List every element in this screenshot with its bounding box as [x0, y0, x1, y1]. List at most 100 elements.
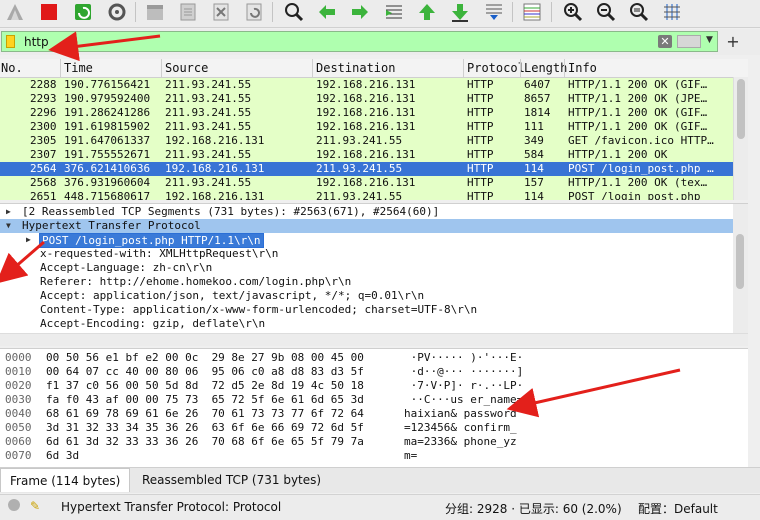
packet-row[interactable]: 2568 376.931960604 211.93.241.55 192.168.21… [0, 176, 733, 190]
bytes-ascii: =123456& confirm_ [404, 421, 517, 434]
reload-file-icon[interactable] [241, 0, 267, 24]
packet-cell-time: 448.715680617 [64, 190, 151, 200]
chevron-down-icon[interactable]: ▼ [706, 35, 713, 45]
status-profile[interactable]: 配置：Default [638, 500, 718, 517]
display-filter-input[interactable]: http ✕ ▼ [1, 31, 718, 52]
details-row[interactable]: Referer: http://ehome.homekoo.com/login.… [0, 275, 733, 289]
packet-cell-len: 1814 [524, 106, 551, 119]
packet-cell-no: 2296 [30, 106, 57, 119]
zoom-normal-icon[interactable] [626, 0, 652, 24]
status-field-text: Hypertext Transfer Protocol: Protocol [61, 500, 282, 514]
details-row[interactable]: Accept-Language: zh-cn\r\n [0, 261, 733, 275]
go-forward-icon[interactable] [347, 0, 373, 24]
bytes-row[interactable]: 0040 68 61 69 78 69 61 6e 26 70 61 73 73 … [0, 407, 748, 421]
restart-capture-icon[interactable] [70, 0, 96, 24]
packet-cell-len: 157 [524, 176, 544, 189]
display-filter-text[interactable]: http [24, 35, 49, 49]
bytes-hex: f1 37 c0 56 00 50 5d 8d 72 d5 2e 8d 19 4… [46, 379, 364, 392]
details-row-text: Referer: http://ehome.homekoo.com/login.… [40, 275, 352, 288]
packet-row[interactable]: 2300 191.619815902 211.93.241.55 192.168.21… [0, 120, 733, 134]
bytes-row[interactable]: 0030 fa f0 43 af 00 00 75 73 65 72 5f 6e … [0, 393, 748, 407]
capture-options-icon[interactable] [104, 0, 130, 24]
auto-scroll-icon[interactable] [481, 0, 507, 24]
bytes-row[interactable]: 0060 6d 61 3d 32 33 33 36 26 70 68 6f 6e … [0, 435, 748, 449]
go-to-packet-icon[interactable] [381, 0, 407, 24]
go-back-icon[interactable] [314, 0, 340, 24]
zoom-in-icon[interactable] [560, 0, 586, 24]
col-info[interactable]: Info [568, 61, 597, 75]
tab-frame[interactable]: Frame (114 bytes) [0, 468, 131, 492]
clear-icon[interactable]: ✕ [658, 35, 672, 48]
details-row[interactable]: ▶ POST /login_post.php HTTP/1.1\r\n [0, 233, 733, 248]
packet-row[interactable]: 2564 376.621410636 192.168.216.131 211.93.2… [0, 162, 733, 176]
details-row-text: Accept-Language: zh-cn\r\n [40, 261, 213, 274]
close-file-icon[interactable] [208, 0, 234, 24]
packet-row[interactable]: 2651 448.715680617 192.168.216.131 211.93.2… [0, 190, 733, 200]
zoom-out-icon[interactable] [593, 0, 619, 24]
packet-cell-time: 191.755552671 [64, 148, 151, 161]
col-time[interactable]: Time [64, 61, 93, 75]
bookmark-icon[interactable] [6, 35, 15, 48]
details-row[interactable]: ▼ Hypertext Transfer Protocol [0, 219, 733, 233]
open-file-icon[interactable] [142, 0, 168, 24]
shark-fin-icon[interactable] [2, 0, 28, 24]
edit-comment-icon[interactable]: ✎ [30, 499, 40, 513]
bytes-row[interactable]: 0020 f1 37 c0 56 00 50 5d 8d 72 d5 2e 8d … [0, 379, 748, 393]
packet-list-scrollbar[interactable] [733, 77, 748, 200]
stop-capture-icon[interactable] [36, 0, 62, 24]
resize-columns-icon[interactable] [659, 0, 685, 24]
packet-cell-no: 2564 [30, 162, 57, 175]
col-length[interactable]: Length [524, 61, 567, 75]
packet-row[interactable]: 2288 190.776156421 211.93.241.55 192.168.21… [0, 78, 733, 92]
packet-cell-info: HTTP/1.1 200 OK (GIF… [568, 78, 708, 91]
colorize-icon[interactable] [519, 0, 545, 24]
packet-row[interactable]: 2305 191.647061337 192.168.216.131 211.93.2… [0, 134, 733, 148]
packet-cell-proto: HTTP [467, 106, 494, 119]
col-source[interactable]: Source [165, 61, 208, 75]
details-row[interactable]: Accept-Encoding: gzip, deflate\r\n [0, 317, 733, 331]
bytes-hex: 68 61 69 78 69 61 6e 26 70 61 73 73 77 6… [46, 407, 364, 420]
bytes-ascii: haixian& password [404, 407, 517, 420]
details-row-text: Accept-Encoding: gzip, deflate\r\n [40, 317, 266, 330]
save-file-icon[interactable] [175, 0, 201, 24]
bytes-row[interactable]: 0050 3d 31 32 33 34 35 36 26 63 6f 6e 66 … [0, 421, 748, 435]
expanded-twisty-icon[interactable]: ▼ [6, 219, 11, 233]
bytes-row[interactable]: 0000 00 50 56 e1 bf e2 00 0c 29 8e 27 9b … [0, 351, 748, 365]
details-horizontal-scrollbar[interactable] [0, 333, 748, 346]
details-row[interactable]: x-requested-with: XMLHttpRequest\r\n [0, 247, 733, 261]
col-no[interactable]: No. [1, 61, 23, 75]
bytes-row[interactable]: 0070 6d 3d m= [0, 449, 748, 463]
status-packet-count: 分组: 2928 · 已显示: 60 (2.0%) [445, 502, 622, 516]
col-destination[interactable]: Destination [316, 61, 395, 75]
bytes-row[interactable]: 0010 00 64 07 cc 40 00 80 06 95 06 c0 a8 … [0, 365, 748, 379]
go-first-icon[interactable] [414, 0, 440, 24]
expert-info-icon[interactable] [8, 499, 20, 511]
packet-cell-time: 190.776156421 [64, 78, 151, 91]
add-filter-button[interactable]: + [724, 31, 742, 52]
details-row[interactable]: Content-Type: application/x-www-form-url… [0, 303, 733, 317]
packet-cell-src: 211.93.241.55 [165, 78, 252, 91]
packet-cell-time: 376.931960604 [64, 176, 151, 189]
packet-cell-dst: 192.168.216.131 [316, 148, 416, 161]
packet-row[interactable]: 2293 190.979592400 211.93.241.55 192.168.21… [0, 92, 733, 106]
collapsed-twisty-icon[interactable]: ▶ [6, 205, 11, 219]
packet-cell-proto: HTTP [467, 176, 494, 189]
details-scrollbar[interactable] [733, 204, 748, 334]
packet-cell-len: 111 [524, 120, 544, 133]
packet-cell-time: 376.621410636 [64, 162, 151, 175]
packet-cell-no: 2305 [30, 134, 57, 147]
col-protocol[interactable]: Protocol [467, 61, 525, 75]
packet-cell-no: 2568 [30, 176, 57, 189]
bytes-ascii: ··C···us er_name= [404, 393, 524, 406]
packet-row[interactable]: 2307 191.755552671 211.93.241.55 192.168.21… [0, 148, 733, 162]
details-row[interactable]: Accept: application/json, text/javascrip… [0, 289, 733, 303]
packet-bytes-pane: 0000 00 50 56 e1 bf e2 00 0c 29 8e 27 9b … [0, 348, 748, 467]
details-row[interactable]: ▶ [2 Reassembled TCP Segments (731 bytes)… [0, 205, 733, 219]
packet-row[interactable]: 2296 191.286241286 211.93.241.55 192.168.21… [0, 106, 733, 120]
collapsed-twisty-icon[interactable]: ▶ [26, 233, 31, 247]
apply-arrow-icon[interactable] [677, 35, 701, 48]
packet-cell-dst: 211.93.241.55 [316, 134, 403, 147]
go-last-icon[interactable] [447, 0, 473, 24]
tab-reassembled-tcp[interactable]: Reassembled TCP (731 bytes) [133, 468, 330, 492]
find-packet-icon[interactable] [281, 0, 307, 24]
